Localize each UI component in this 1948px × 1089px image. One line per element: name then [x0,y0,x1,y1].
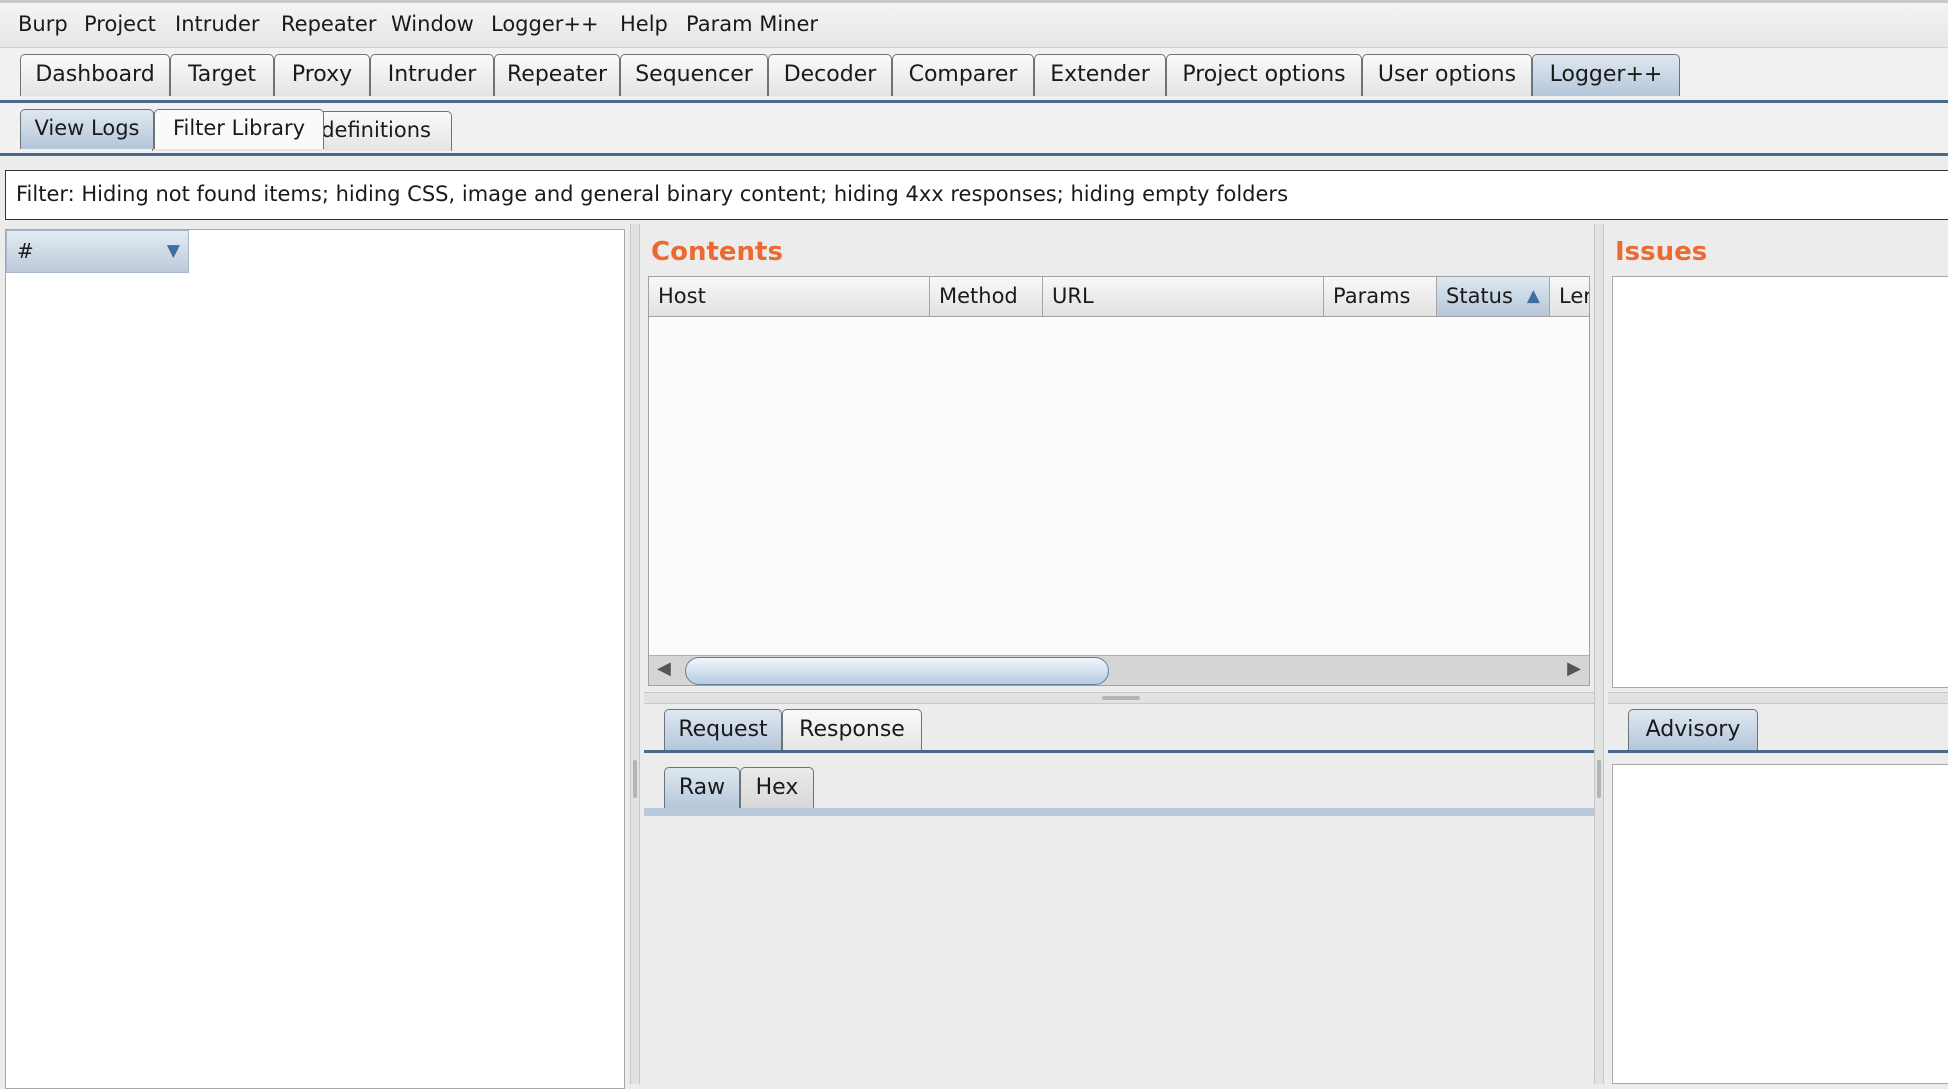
horizontal-scrollbar[interactable]: ◀ ▶ [649,655,1589,685]
tab-view-logs[interactable]: View Logs [20,109,154,149]
tab-target[interactable]: Target [170,54,274,96]
tab-repeater[interactable]: Repeater [494,54,620,96]
tree-column-label: # [17,239,34,263]
status-header-label: Status [1446,284,1513,308]
view-tab-rule [644,808,1594,816]
contents-heading: Contents [651,237,783,267]
tab-project-options[interactable]: Project options [1166,54,1362,96]
tab-extender[interactable]: Extender [1034,54,1166,96]
tab-decoder[interactable]: Decoder [768,54,892,96]
sort-ascending-icon: ▲ [1526,286,1540,306]
tab-request[interactable]: Request [664,709,782,751]
message-tab-rule [644,750,1594,753]
menu-logger[interactable]: Logger++ [491,12,599,36]
advisory-panel[interactable] [1612,764,1948,1084]
chevron-down-icon[interactable]: ▼ [167,231,180,271]
tab-proxy[interactable]: Proxy [274,54,370,96]
scroll-left-icon[interactable]: ◀ [657,658,671,679]
issues-heading: Issues [1615,237,1708,267]
filter-bar[interactable]: Filter: Hiding not found items; hiding C… [5,170,1948,220]
site-tree-panel[interactable]: # ▼ [5,229,625,1089]
menu-burp[interactable]: Burp [18,12,68,36]
tab-intruder[interactable]: Intruder [370,54,494,96]
splitter-grip-icon [1102,696,1140,700]
tab-sequencer[interactable]: Sequencer [620,54,768,96]
splitter-grip-icon [1597,760,1601,798]
column-header-status[interactable]: Status ▲ [1437,277,1550,317]
menu-window[interactable]: Window [391,12,474,36]
right-splitter[interactable] [1594,224,1604,1084]
main-tab-strip: Dashboard Target Proxy Intruder Repeater… [0,48,1948,108]
tab-user-options[interactable]: User options [1362,54,1532,96]
menu-help[interactable]: Help [620,12,668,36]
scroll-right-icon[interactable]: ▶ [1567,658,1581,679]
column-header-params[interactable]: Params [1324,277,1437,317]
tab-filter-library[interactable]: Filter Library [154,109,324,149]
message-editor[interactable] [644,816,1594,1076]
issues-panel[interactable] [1612,276,1948,688]
menu-project[interactable]: Project [84,12,156,36]
tab-response[interactable]: Response [782,709,922,751]
left-splitter[interactable] [630,224,640,1084]
column-header-method[interactable]: Method [930,277,1043,317]
contents-splitter[interactable] [644,692,1594,704]
column-header-length[interactable]: Ler [1550,277,1589,317]
tab-raw[interactable]: Raw [664,767,740,809]
tree-column-header[interactable]: # ▼ [6,230,189,273]
tab-advisory[interactable]: Advisory [1628,709,1758,751]
column-header-host[interactable]: Host [649,277,930,317]
sub-tab-rule [0,153,1948,156]
tab-comparer[interactable]: Comparer [892,54,1034,96]
issues-splitter[interactable] [1608,692,1948,704]
splitter-grip-icon [633,760,637,798]
advisory-tab-rule [1608,750,1948,753]
menu-repeater[interactable]: Repeater [281,12,376,36]
menu-bar: Burp Project Intruder Repeater Window Lo… [0,0,1948,48]
menu-param-miner[interactable]: Param Miner [686,12,818,36]
tab-dashboard[interactable]: Dashboard [20,54,170,96]
scrollbar-thumb[interactable] [685,657,1109,685]
column-header-url[interactable]: URL [1043,277,1324,317]
sub-tab-strip: definitions View Logs Filter Library [0,103,1948,157]
tab-logger[interactable]: Logger++ [1532,54,1680,96]
menu-intruder[interactable]: Intruder [175,12,260,36]
tab-hex[interactable]: Hex [740,767,814,809]
contents-table[interactable]: Host Method URL Params Status ▲ Ler ◀ ▶ [648,276,1590,686]
